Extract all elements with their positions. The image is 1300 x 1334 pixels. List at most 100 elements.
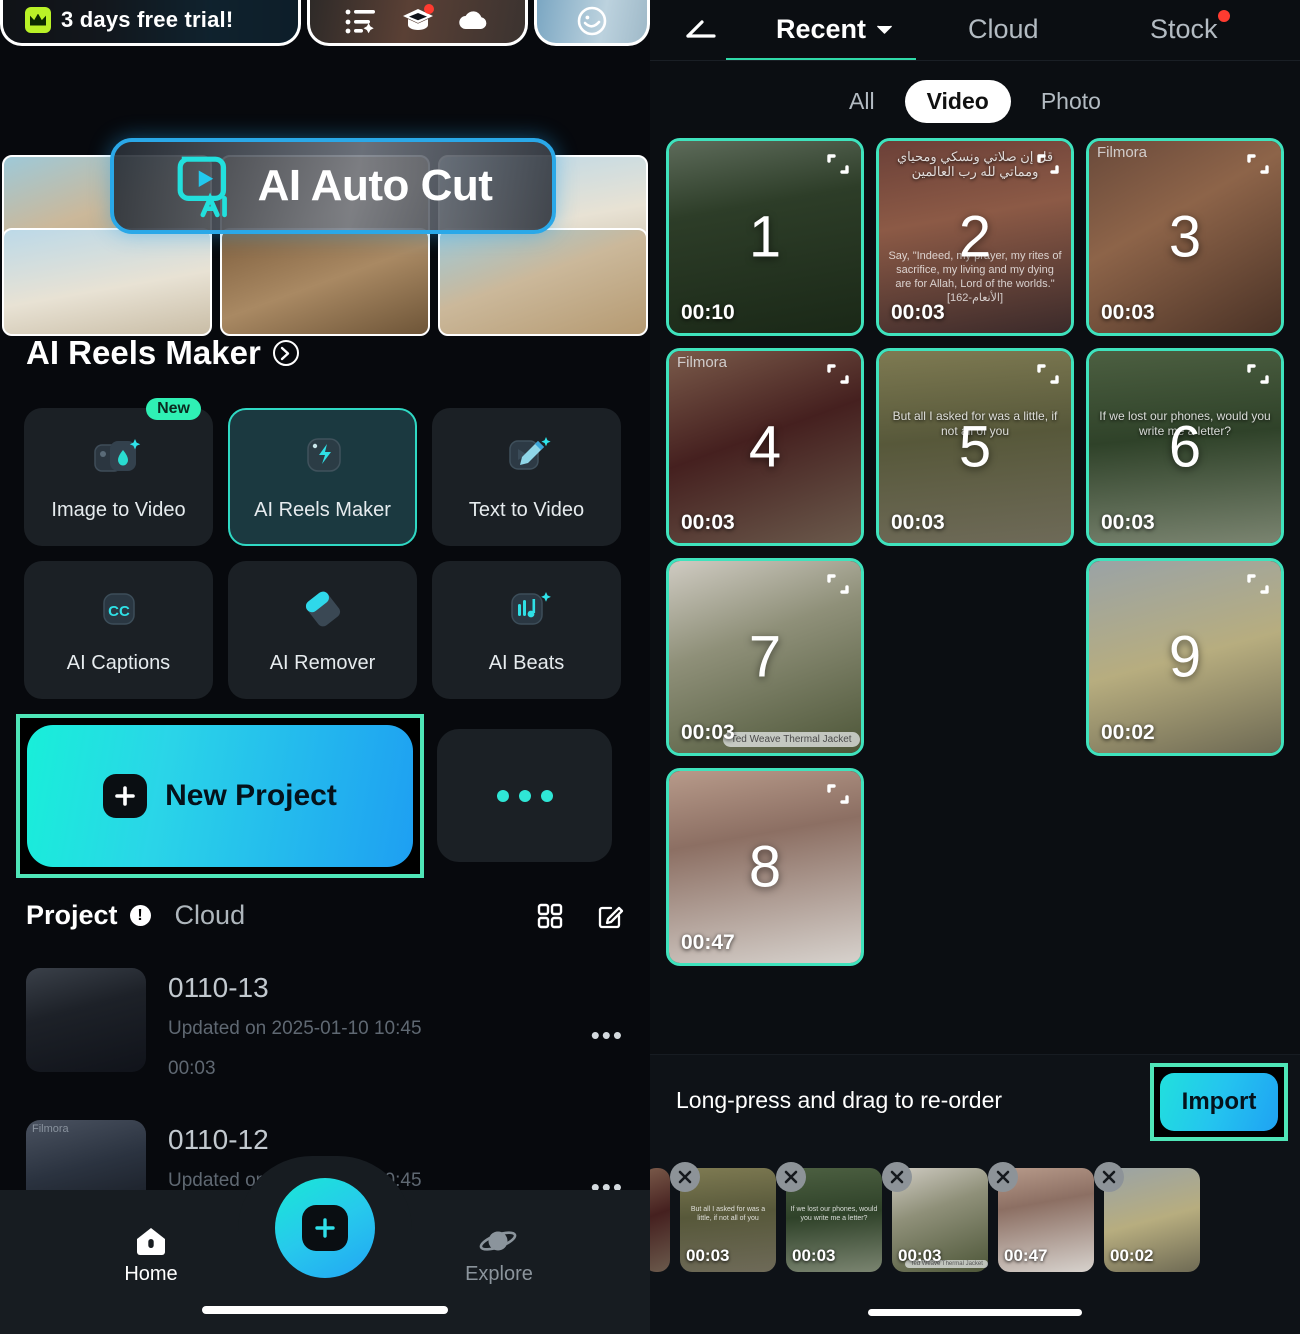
media-cell[interactable]: 9 00:02 <box>1086 558 1284 756</box>
media-thumbnail[interactable]: But all I asked for was a little, if not… <box>876 348 1074 546</box>
expand-icon[interactable] <box>825 781 851 807</box>
project-list-item[interactable]: 0110-13 Updated on 2025-01-10 10:45 00:0… <box>26 968 624 1079</box>
media-cell[interactable]: 8 00:47 <box>666 768 864 966</box>
free-trial-banner[interactable]: 3 days free trial! <box>0 0 302 46</box>
watermark-label: Filmora <box>1097 144 1148 161</box>
selected-clip[interactable]: If we lost our phones, would you write m… <box>776 1162 882 1272</box>
project-name: 0110-12 <box>168 1124 269 1155</box>
nav-item-home[interactable]: Home <box>108 1225 194 1286</box>
media-product-tag: Ted Weave Thermal Jacket <box>722 732 860 747</box>
media-thumbnail[interactable]: 7 Ted Weave Thermal Jacket 00:03 <box>666 558 864 756</box>
close-icon[interactable] <box>670 1162 700 1192</box>
tab-recent[interactable]: Recent <box>776 14 893 45</box>
feature-text-to-video[interactable]: Text to Video <box>432 408 621 546</box>
media-cell[interactable]: Filmora 4 00:03 <box>666 348 864 546</box>
top-bar-divider <box>650 60 1300 61</box>
home-indicator-bar <box>868 1309 1082 1316</box>
ai-auto-cut-button[interactable]: AI Auto Cut <box>110 138 556 234</box>
tab-project[interactable]: Project <box>26 900 118 931</box>
segment-video[interactable]: Video <box>904 79 1011 123</box>
grid-view-icon[interactable] <box>536 902 564 930</box>
graduation-cap-icon[interactable] <box>401 3 435 35</box>
ai-auto-cut-title: AI Auto Cut <box>257 161 493 210</box>
nav-item-explore[interactable]: Explore <box>456 1225 542 1286</box>
ai-reels-maker-section-header[interactable]: AI Reels Maker <box>26 334 299 372</box>
project-section-header: Project ! Cloud <box>26 900 624 931</box>
selected-clip[interactable]: But all I asked for was a little, if not… <box>670 1162 776 1272</box>
create-project-fab[interactable] <box>275 1178 375 1278</box>
media-cell[interactable]: But all I asked for was a little, if not… <box>876 348 1074 546</box>
media-cell[interactable]: If we lost our phones, would you write m… <box>1086 348 1284 546</box>
project-name: 0110-13 <box>168 972 269 1003</box>
ellipsis-icon <box>518 789 531 802</box>
media-thumbnail[interactable]: If we lost our phones, would you write m… <box>1086 348 1284 546</box>
clip-duration: 00:03 <box>792 1246 836 1265</box>
selected-clip[interactable] <box>650 1168 670 1272</box>
tab-stock[interactable]: Stock <box>1150 10 1230 45</box>
feature-image-to-video[interactable]: New Image to Video <box>24 398 213 546</box>
feature-ai-captions[interactable]: CC AI Captions <box>24 561 213 699</box>
more-options-card[interactable] <box>437 729 612 862</box>
media-picker-panel: Recent Cloud Stock All Video Photo 1 00:… <box>650 0 1300 1334</box>
media-cell[interactable]: Filmora 3 00:03 <box>1086 138 1284 336</box>
media-cell[interactable]: 7 Ted Weave Thermal Jacket 00:03 <box>666 558 864 756</box>
chevron-down-icon <box>877 25 893 34</box>
tab-cloud[interactable]: Cloud <box>968 14 1039 45</box>
expand-icon[interactable] <box>825 571 851 597</box>
close-icon[interactable] <box>988 1162 1018 1192</box>
selected-clip[interactable]: 00:47 <box>988 1162 1094 1272</box>
feature-ai-remover[interactable]: AI Remover <box>228 561 417 699</box>
clip-duration: 00:47 <box>1004 1246 1048 1265</box>
profile-smiley-icon[interactable] <box>575 5 609 35</box>
expand-icon[interactable] <box>1245 151 1271 177</box>
new-project-button[interactable]: New Project <box>27 725 413 867</box>
banner-thumb <box>2 228 212 336</box>
project-more-icon[interactable]: ••• <box>591 1020 624 1051</box>
selection-order-number: 4 <box>748 414 782 480</box>
feature-label: Text to Video <box>468 498 585 521</box>
close-icon[interactable] <box>1094 1162 1124 1192</box>
home-screen-panel: 3 days free trial! AI Auto Cut AI Reels … <box>0 0 650 1334</box>
warning-icon[interactable]: ! <box>129 905 151 926</box>
selection-order-number: 1 <box>748 204 782 270</box>
selected-clip[interactable]: Ted Weave Thermal Jacket 00:03 <box>882 1162 988 1272</box>
selected-clips-strip: But all I asked for was a little, if not… <box>650 1162 1300 1276</box>
profile-pill[interactable] <box>533 0 650 46</box>
edit-pencil-icon[interactable] <box>596 902 624 930</box>
expand-icon[interactable] <box>825 361 851 387</box>
segment-all[interactable]: All <box>827 80 897 123</box>
media-thumbnail[interactable]: 1 00:10 <box>666 138 864 336</box>
feature-label: AI Remover <box>269 651 376 674</box>
back-arrow-icon[interactable] <box>684 16 718 44</box>
tab-cloud-projects[interactable]: Cloud <box>175 900 246 931</box>
close-icon[interactable] <box>882 1162 912 1192</box>
feature-label: AI Reels Maker <box>254 498 391 521</box>
eraser-icon <box>305 591 340 626</box>
segment-photo[interactable]: Photo <box>1019 80 1123 123</box>
watermark-label: Filmora <box>677 354 728 371</box>
banner-thumb-row-2 <box>0 228 650 336</box>
cloud-icon[interactable] <box>457 5 491 35</box>
import-button[interactable]: Import <box>1160 1073 1278 1131</box>
feature-ai-beats[interactable]: AI Beats <box>432 561 621 699</box>
home-indicator-bar <box>202 1306 448 1314</box>
media-thumbnail[interactable]: 8 00:47 <box>666 768 864 966</box>
media-thumbnail[interactable]: 9 00:02 <box>1086 558 1284 756</box>
feature-ai-reels-maker[interactable]: AI Reels Maker <box>228 408 417 546</box>
close-icon[interactable] <box>776 1162 806 1192</box>
expand-icon[interactable] <box>1035 361 1061 387</box>
media-thumbnail[interactable]: قل إن صلاتي ونسكي ومحياي ومماتي لله رب ا… <box>876 138 1074 336</box>
expand-icon[interactable] <box>1245 361 1271 387</box>
expand-icon[interactable] <box>1035 151 1061 177</box>
chevron-right-circle-icon[interactable] <box>272 340 299 366</box>
section-title: AI Reels Maker <box>26 334 261 371</box>
media-cell[interactable]: 1 00:10 <box>666 138 864 336</box>
media-thumbnail[interactable]: Filmora 4 00:03 <box>666 348 864 546</box>
template-list-icon[interactable] <box>344 5 378 35</box>
expand-icon[interactable] <box>825 151 851 177</box>
expand-icon[interactable] <box>1245 571 1271 597</box>
media-thumbnail[interactable]: Filmora 3 00:03 <box>1086 138 1284 336</box>
selected-clip[interactable]: 00:02 <box>1094 1162 1200 1272</box>
new-project-highlight: New Project <box>16 714 424 878</box>
media-cell[interactable]: قل إن صلاتي ونسكي ومحياي ومماتي لله رب ا… <box>876 138 1074 336</box>
